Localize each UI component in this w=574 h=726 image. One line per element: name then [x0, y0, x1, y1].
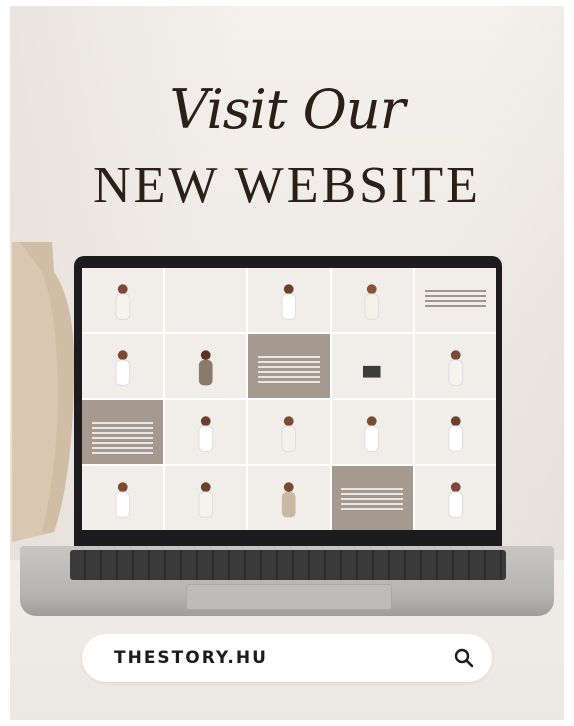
frame-top [0, 0, 574, 6]
photo-tile [331, 400, 413, 464]
photo-tile [331, 334, 413, 398]
text-tile [414, 268, 496, 332]
headline-main: NEW WEBSITE [93, 157, 481, 214]
photo-tile [165, 400, 247, 464]
photo-tile [248, 268, 330, 332]
photo-tile [82, 466, 164, 530]
frame-right [564, 0, 574, 726]
photo-tile [82, 334, 164, 398]
photo-tile [82, 268, 164, 332]
photo-tile [414, 400, 496, 464]
photo-tile [248, 400, 330, 464]
text-tile [331, 466, 413, 530]
website-url: THESTORY.HU [114, 648, 268, 668]
website-search-bar[interactable]: THESTORY.HU [82, 634, 492, 682]
search-icon[interactable] [454, 648, 474, 668]
photo-tile [165, 466, 247, 530]
headline-script: Visit Our [169, 78, 405, 141]
laptop-trackpad [186, 584, 392, 610]
laptop-keyboard [70, 550, 506, 580]
photo-tile [165, 268, 247, 332]
photo-tile [248, 466, 330, 530]
vase [12, 242, 74, 542]
laptop-screen [82, 268, 496, 530]
photo-tile [414, 466, 496, 530]
photo-tile [331, 268, 413, 332]
text-tile [248, 334, 330, 398]
photo-tile [165, 334, 247, 398]
frame-left [0, 0, 10, 726]
frame-bottom [0, 720, 574, 726]
photo-tile [414, 334, 496, 398]
text-tile [82, 400, 164, 464]
